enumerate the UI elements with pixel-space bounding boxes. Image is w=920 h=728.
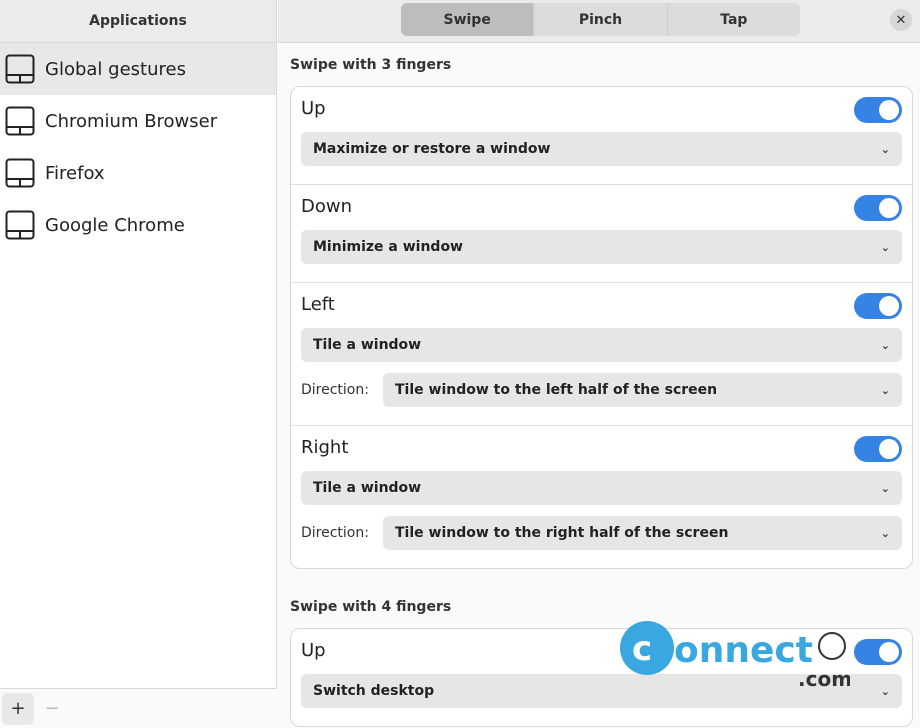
sidebar-item-label: Global gestures bbox=[45, 58, 186, 80]
chevron-down-icon: ⌄ bbox=[880, 481, 890, 495]
chevron-down-icon: ⌄ bbox=[880, 338, 890, 352]
chevron-down-icon: ⌄ bbox=[880, 526, 890, 540]
sidebar-item[interactable]: Chromium Browser bbox=[0, 95, 276, 147]
action-value: Tile a window bbox=[313, 337, 422, 353]
gesture-tabs: Swipe Pinch Tap bbox=[401, 3, 800, 36]
gesture-row: Up Switch desktop ⌄ bbox=[291, 629, 912, 726]
touchpad-icon bbox=[5, 54, 35, 84]
sidebar-item[interactable]: Firefox bbox=[0, 147, 276, 199]
gesture-card: Up Switch desktop ⌄ bbox=[290, 628, 913, 727]
sidebar-item-label: Firefox bbox=[45, 162, 105, 184]
gesture-enable-toggle[interactable] bbox=[854, 293, 902, 319]
action-dropdown[interactable]: Tile a window ⌄ bbox=[301, 328, 902, 362]
remove-application-button[interactable]: − bbox=[36, 693, 68, 725]
close-button[interactable]: ✕ bbox=[890, 9, 912, 31]
chevron-down-icon: ⌄ bbox=[880, 684, 890, 698]
direction-value: Tile window to the right half of the scr… bbox=[395, 525, 729, 541]
sidebar-footer: + − bbox=[0, 688, 277, 728]
sidebar-item[interactable]: Global gestures bbox=[0, 43, 276, 95]
chevron-down-icon: ⌄ bbox=[880, 383, 890, 397]
main-content: Swipe with 3 fingers Up Maximize or rest… bbox=[278, 44, 920, 728]
header: Swipe Pinch Tap ✕ bbox=[278, 0, 920, 43]
gesture-enable-toggle[interactable] bbox=[854, 639, 902, 665]
gesture-row: Right Tile a window ⌄ Direction: Tile wind… bbox=[291, 425, 912, 568]
touchpad-icon bbox=[5, 210, 35, 240]
gesture-enable-toggle[interactable] bbox=[854, 436, 902, 462]
sidebar-title: Applications bbox=[0, 0, 276, 43]
action-dropdown[interactable]: Tile a window ⌄ bbox=[301, 471, 902, 505]
direction-dropdown[interactable]: Tile window to the left half of the scre… bbox=[383, 373, 902, 407]
gesture-direction-label: Down bbox=[301, 196, 353, 217]
sidebar-item[interactable]: Google Chrome bbox=[0, 199, 276, 251]
action-value: Tile a window bbox=[313, 480, 422, 496]
gesture-direction-label: Up bbox=[301, 640, 326, 661]
gesture-row: Up Maximize or restore a window ⌄ bbox=[291, 87, 912, 184]
chevron-down-icon: ⌄ bbox=[880, 142, 890, 156]
action-value: Minimize a window bbox=[313, 239, 463, 255]
gesture-direction-label: Right bbox=[301, 437, 349, 458]
gesture-enable-toggle[interactable] bbox=[854, 195, 902, 221]
gesture-row: Down Minimize a window ⌄ bbox=[291, 184, 912, 282]
chevron-down-icon: ⌄ bbox=[880, 240, 890, 254]
gesture-direction-label: Up bbox=[301, 98, 326, 119]
add-application-button[interactable]: + bbox=[2, 692, 34, 725]
action-dropdown[interactable]: Minimize a window ⌄ bbox=[301, 230, 902, 264]
sidebar: Applications Global gestures Chromium Bro… bbox=[0, 0, 277, 728]
direction-label: Direction: bbox=[301, 382, 369, 398]
gesture-enable-toggle[interactable] bbox=[854, 97, 902, 123]
gesture-direction-label: Left bbox=[301, 294, 335, 315]
touchpad-icon bbox=[5, 106, 35, 136]
tab-swipe[interactable]: Swipe bbox=[401, 3, 534, 36]
action-dropdown[interactable]: Switch desktop ⌄ bbox=[301, 674, 902, 708]
direction-label: Direction: bbox=[301, 525, 369, 541]
sidebar-item-label: Chromium Browser bbox=[45, 110, 218, 132]
touchpad-icon bbox=[5, 158, 35, 188]
section-title: Swipe with 4 fingers bbox=[290, 599, 452, 615]
direction-dropdown[interactable]: Tile window to the right half of the scr… bbox=[383, 516, 902, 550]
action-value: Switch desktop bbox=[313, 683, 435, 699]
gesture-card: Up Maximize or restore a window ⌄ Down Mi… bbox=[290, 86, 913, 569]
sidebar-item-label: Google Chrome bbox=[45, 214, 185, 236]
direction-value: Tile window to the left half of the scre… bbox=[395, 382, 718, 398]
action-value: Maximize or restore a window bbox=[313, 141, 551, 157]
section-title: Swipe with 3 fingers bbox=[290, 57, 452, 73]
tab-pinch[interactable]: Pinch bbox=[533, 3, 666, 36]
action-dropdown[interactable]: Maximize or restore a window ⌄ bbox=[301, 132, 902, 166]
gesture-row: Left Tile a window ⌄ Direction: Tile windo… bbox=[291, 282, 912, 425]
tab-tap[interactable]: Tap bbox=[666, 3, 800, 36]
